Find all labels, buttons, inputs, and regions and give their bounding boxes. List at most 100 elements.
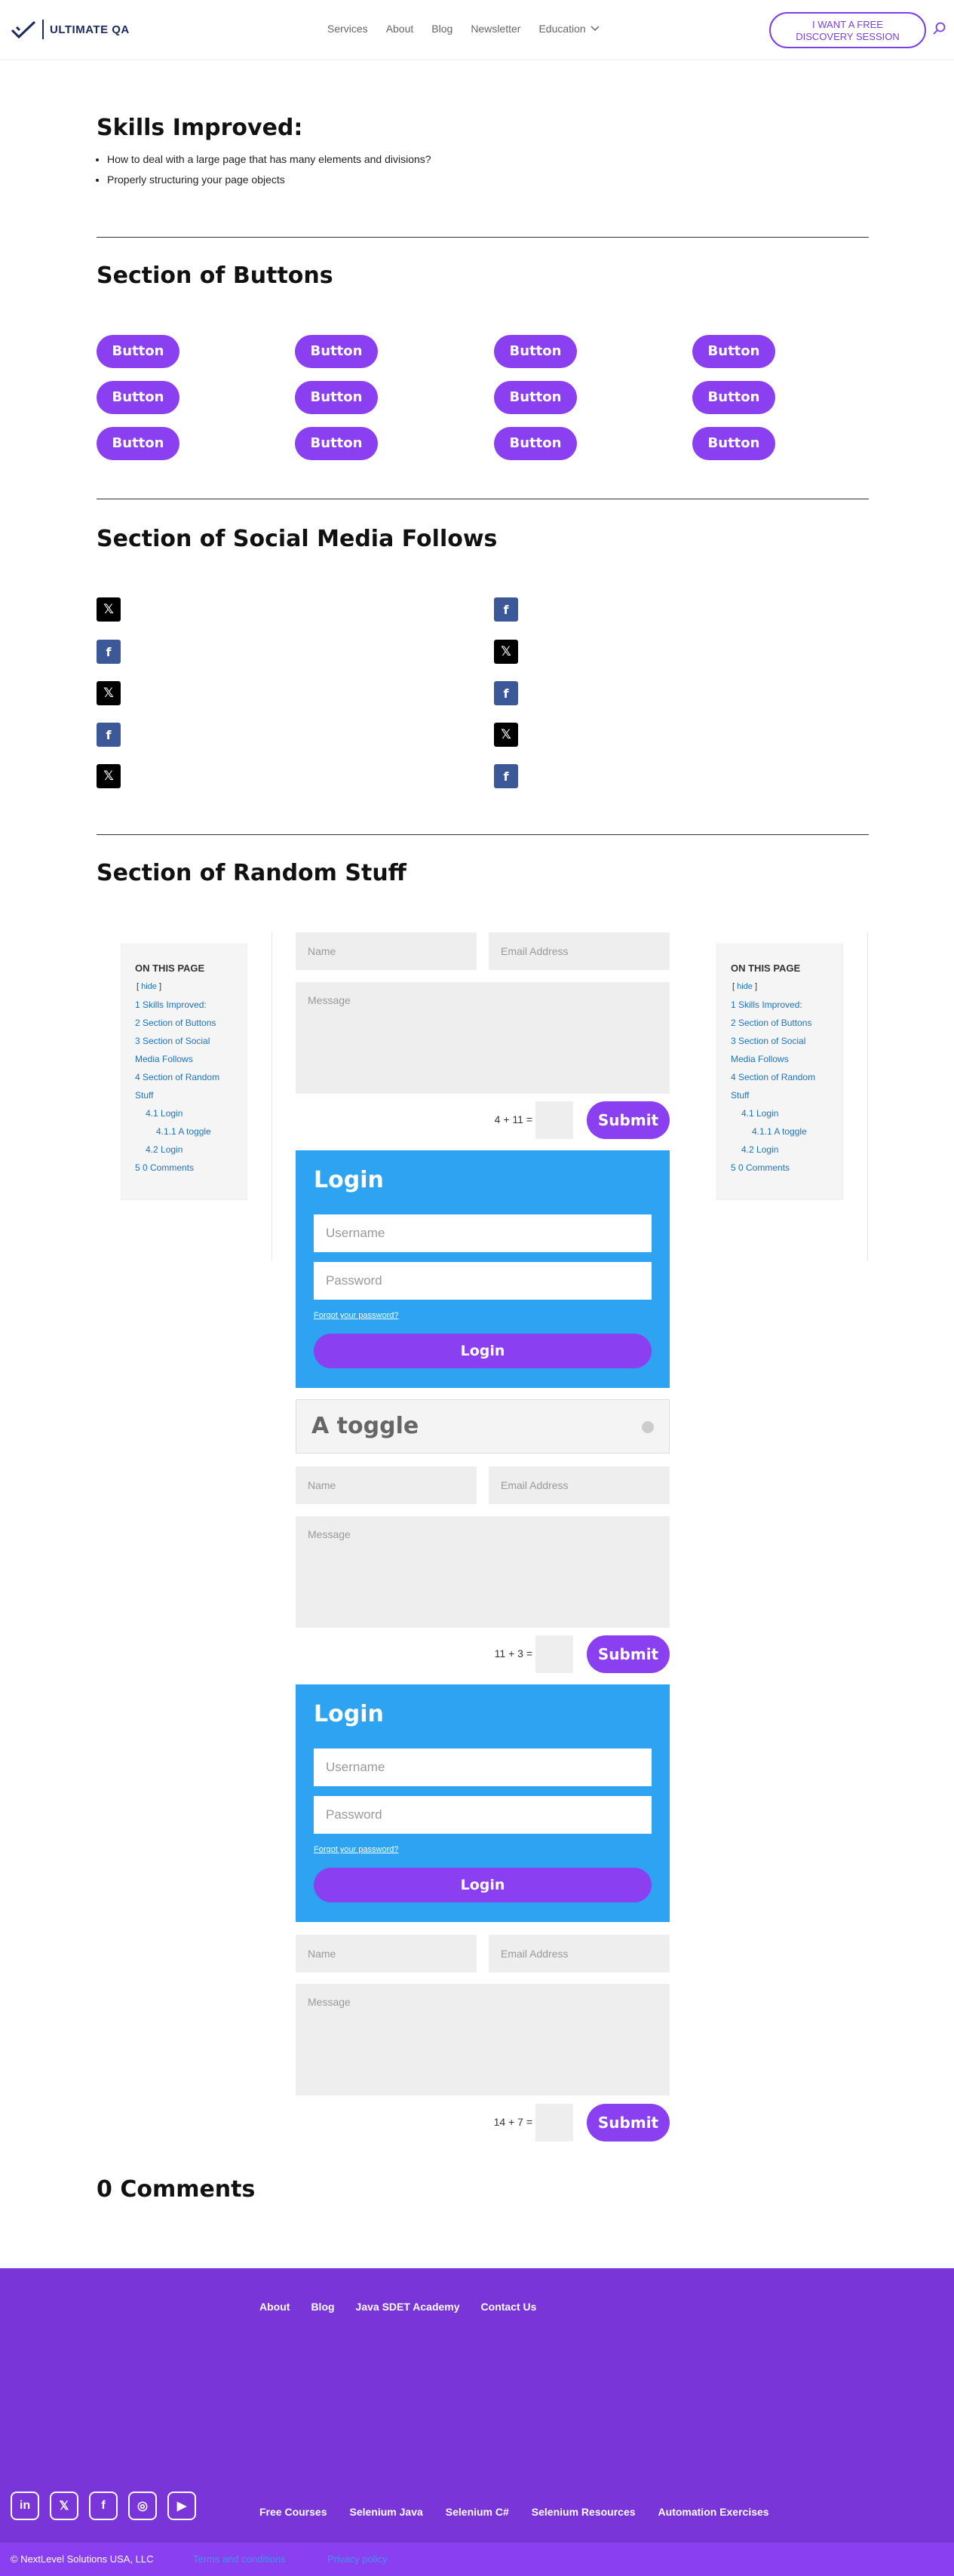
footer-link-about[interactable]: About <box>259 2301 290 2313</box>
login-button[interactable]: Login <box>314 1868 652 1902</box>
footer-link-selenium-java[interactable]: Selenium Java <box>349 2506 422 2518</box>
x-follow-icon[interactable]: 𝕏 <box>494 640 518 664</box>
button[interactable]: Button <box>494 381 577 414</box>
nav-about[interactable]: About <box>386 23 414 35</box>
button[interactable]: Button <box>97 427 179 460</box>
toc-link[interactable]: 3 Section of Social <box>731 1032 842 1050</box>
message-textarea[interactable]: Message <box>296 1516 670 1628</box>
captcha-question: 14 + 7 = <box>493 2116 532 2128</box>
footer-link-automation-exercises[interactable]: Automation Exercises <box>658 2506 769 2518</box>
toc-link[interactable]: 4 Section of Random <box>731 1068 842 1086</box>
footer-link-academy[interactable]: Java SDET Academy <box>356 2301 460 2313</box>
logo-divider <box>42 20 44 39</box>
captcha-input[interactable] <box>535 1101 573 1139</box>
message-textarea[interactable]: Message <box>296 982 670 1094</box>
toc-link[interactable]: 4.1.1 A toggle <box>135 1122 247 1141</box>
submit-button[interactable]: Submit <box>587 1635 670 1673</box>
youtube-icon[interactable]: ▶ <box>167 2492 196 2520</box>
captcha-question: 4 + 11 = <box>494 1113 532 1125</box>
captcha-input[interactable] <box>535 2104 573 2142</box>
button[interactable]: Button <box>97 381 179 414</box>
nav-education[interactable]: Education <box>538 23 600 35</box>
facebook-follow-icon[interactable]: f <box>494 681 518 705</box>
toc-link[interactable]: 2 Section of Buttons <box>731 1014 842 1032</box>
x-follow-icon[interactable]: 𝕏 <box>494 723 518 747</box>
toc-link[interactable]: Media Follows <box>731 1050 842 1068</box>
site-logo[interactable]: ULTIMATE QA <box>11 20 130 39</box>
captcha-input[interactable] <box>535 1635 573 1673</box>
toc-link[interactable]: 1 Skills Improved: <box>731 996 842 1014</box>
forgot-password-link[interactable]: Forgot your password? <box>314 1845 399 1854</box>
toc-link[interactable]: Stuff <box>135 1086 247 1104</box>
submit-button[interactable]: Submit <box>587 1101 670 1139</box>
toc-hide[interactable]: [ hide ] <box>137 978 247 996</box>
button[interactable]: Button <box>692 381 775 414</box>
footer-bottom-nav: Free Courses Selenium Java Selenium C# S… <box>259 2506 769 2518</box>
email-input[interactable]: Email Address <box>489 1935 670 1973</box>
toc-hide-link[interactable]: hide <box>141 982 157 991</box>
toc-link[interactable]: 3 Section of Social <box>135 1032 247 1050</box>
footer-link-blog[interactable]: Blog <box>311 2301 334 2313</box>
message-textarea[interactable]: Message <box>296 1984 670 2095</box>
toc-link[interactable]: Stuff <box>731 1086 842 1104</box>
submit-button[interactable]: Submit <box>587 2104 670 2142</box>
nav-services[interactable]: Services <box>327 23 368 35</box>
x-follow-icon[interactable]: 𝕏 <box>97 597 121 622</box>
login-button[interactable]: Login <box>314 1334 652 1368</box>
footer-link-selenium-resources[interactable]: Selenium Resources <box>532 2506 636 2518</box>
facebook-follow-icon[interactable]: f <box>494 764 518 788</box>
x-follow-icon[interactable]: 𝕏 <box>97 681 121 705</box>
button[interactable]: Button <box>295 335 378 368</box>
facebook-follow-icon[interactable]: f <box>97 723 121 747</box>
name-input[interactable]: Name <box>296 1466 477 1504</box>
toc-hide[interactable]: [ hide ] <box>732 978 842 996</box>
footer-top-nav: About Blog Java SDET Academy Contact Us <box>259 2301 536 2313</box>
forgot-password-link[interactable]: Forgot your password? <box>314 1311 399 1320</box>
x-follow-icon[interactable]: 𝕏 <box>97 764 121 788</box>
name-input[interactable]: Name <box>296 1935 477 1973</box>
toc-link[interactable]: 1 Skills Improved: <box>135 996 247 1014</box>
toc-link[interactable]: 5 0 Comments <box>135 1159 247 1177</box>
button[interactable]: Button <box>97 335 179 368</box>
discovery-session-button[interactable]: I WANT A FREE DISCOVERY SESSION <box>769 12 926 48</box>
toc-link[interactable]: 2 Section of Buttons <box>135 1014 247 1032</box>
toggle-panel[interactable]: A toggle <box>296 1399 670 1454</box>
button[interactable]: Button <box>295 427 378 460</box>
username-input[interactable]: Username <box>314 1749 652 1786</box>
toc-link[interactable]: 4.1 Login <box>135 1104 247 1122</box>
email-input[interactable]: Email Address <box>489 932 670 970</box>
name-input[interactable]: Name <box>296 932 477 970</box>
facebook-follow-icon[interactable]: f <box>97 640 121 664</box>
button[interactable]: Button <box>692 335 775 368</box>
button[interactable]: Button <box>692 427 775 460</box>
linkedin-icon[interactable]: in <box>11 2492 39 2520</box>
instagram-icon[interactable]: ◎ <box>128 2492 157 2520</box>
toc-link[interactable]: 4.1 Login <box>731 1104 842 1122</box>
facebook-follow-icon[interactable]: f <box>494 597 518 622</box>
toc-link[interactable]: 5 0 Comments <box>731 1159 842 1177</box>
username-input[interactable]: Username <box>314 1214 652 1252</box>
terms-link[interactable]: Terms and conditions <box>193 2553 286 2565</box>
privacy-link[interactable]: Privacy policy <box>327 2553 387 2565</box>
x-twitter-icon[interactable]: 𝕏 <box>50 2492 78 2520</box>
search-icon[interactable] <box>932 21 947 36</box>
button[interactable]: Button <box>494 427 577 460</box>
toggle-expand-icon <box>642 1421 654 1433</box>
button[interactable]: Button <box>494 335 577 368</box>
email-input[interactable]: Email Address <box>489 1466 670 1504</box>
toc-link[interactable]: 4.2 Login <box>731 1141 842 1159</box>
password-input[interactable]: Password <box>314 1262 652 1300</box>
button[interactable]: Button <box>295 381 378 414</box>
password-input[interactable]: Password <box>314 1796 652 1834</box>
nav-blog[interactable]: Blog <box>431 23 452 35</box>
footer-link-free-courses[interactable]: Free Courses <box>259 2506 327 2518</box>
toc-link[interactable]: 4.1.1 A toggle <box>731 1122 842 1141</box>
nav-newsletter[interactable]: Newsletter <box>471 23 520 35</box>
footer-link-contact[interactable]: Contact Us <box>481 2301 537 2313</box>
footer-link-selenium-csharp[interactable]: Selenium C# <box>446 2506 509 2518</box>
toc-hide-link[interactable]: hide <box>737 982 753 991</box>
toc-link[interactable]: 4.2 Login <box>135 1141 247 1159</box>
toc-link[interactable]: 4 Section of Random <box>135 1068 247 1086</box>
toc-link[interactable]: Media Follows <box>135 1050 247 1068</box>
facebook-icon[interactable]: f <box>89 2492 118 2520</box>
